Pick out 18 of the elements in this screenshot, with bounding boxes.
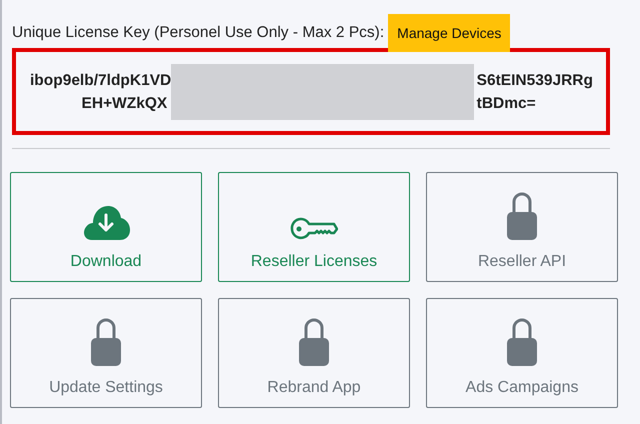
feature-tile[interactable]: Ads Campaigns: [426, 298, 618, 408]
feature-tile[interactable]: Download: [10, 172, 202, 282]
license-key-text: S6tEIN539JRRg: [476, 70, 593, 90]
padlock-icon: [506, 317, 538, 367]
license-key-label: Unique License Key (Personel Use Only - Max 2 Pcs):: [12, 24, 384, 42]
manage-devices-button[interactable]: Manage Devices: [388, 14, 510, 52]
padlock-icon: [298, 317, 330, 367]
license-key-text: EH+WZkQX: [82, 94, 168, 114]
license-key-text: tBDmc=: [476, 94, 536, 114]
cloud-download-icon: [82, 205, 130, 241]
feature-tile[interactable]: Reseller API: [426, 172, 618, 282]
key-icon: [290, 217, 338, 241]
feature-tile[interactable]: Reseller Licenses: [218, 172, 410, 282]
feature-tile[interactable]: Rebrand App: [218, 298, 410, 408]
license-key-text: ibop9elb/7ldpK1VD: [30, 70, 172, 90]
padlock-icon: [506, 191, 538, 241]
padlock-icon: [90, 317, 122, 367]
feature-tile[interactable]: Update Settings: [10, 298, 202, 408]
